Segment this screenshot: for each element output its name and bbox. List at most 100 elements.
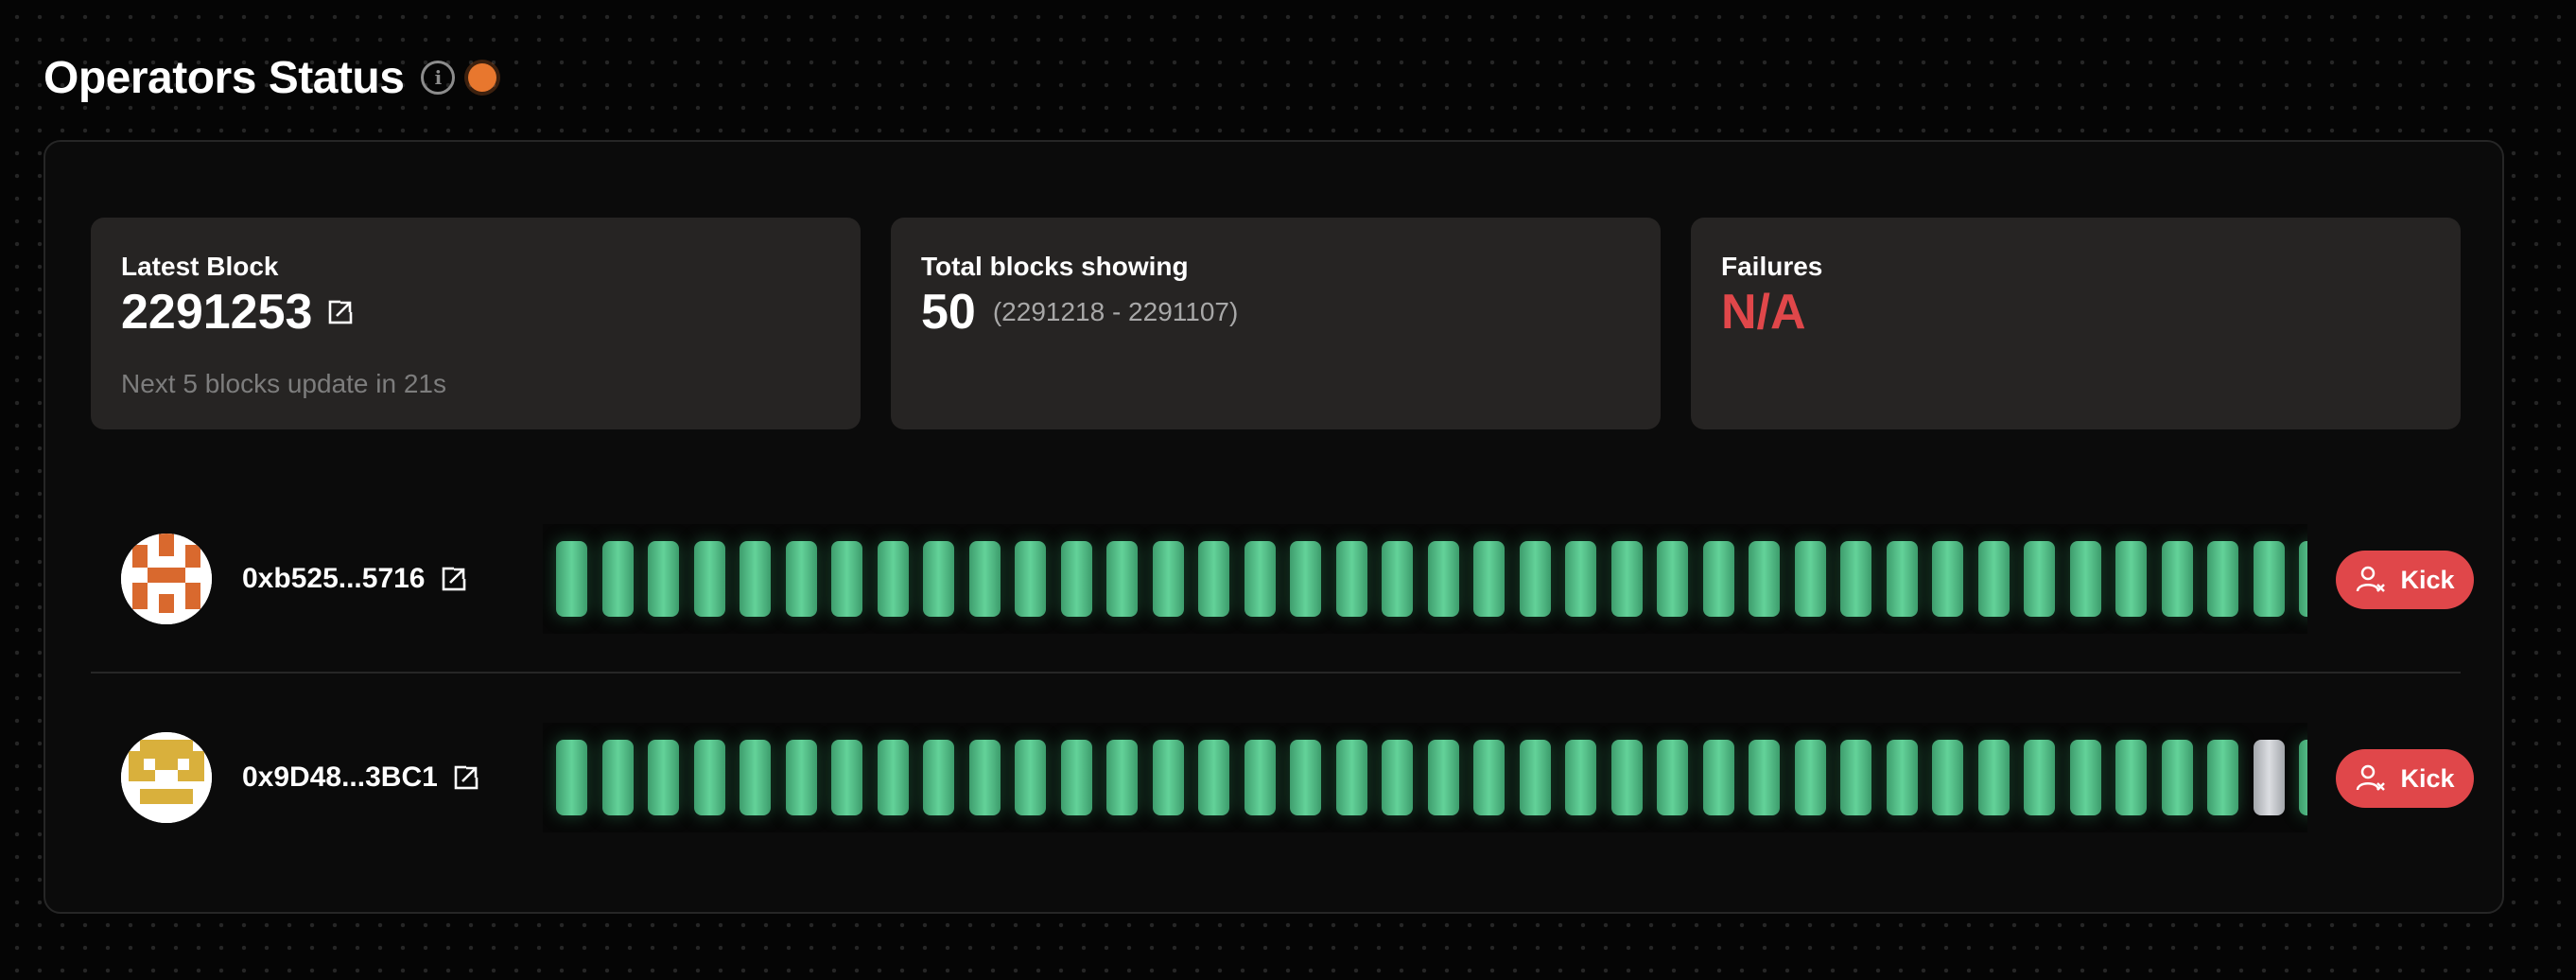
block-success[interactable] <box>693 740 725 815</box>
block-success[interactable] <box>968 740 1001 815</box>
block-success[interactable] <box>693 541 725 617</box>
operator-row: 0x9D48...3BC1 Kick <box>91 713 2474 842</box>
block-success[interactable] <box>601 740 634 815</box>
block-success[interactable] <box>2207 740 2238 815</box>
block-success[interactable] <box>1749 541 1780 617</box>
block-success[interactable] <box>785 740 817 815</box>
block-success[interactable] <box>2115 541 2147 617</box>
latest-block-card: Latest Block 2291253 Next 5 blocks updat… <box>91 218 861 429</box>
block-success[interactable] <box>601 541 634 617</box>
block-success[interactable] <box>1060 541 1092 617</box>
block-success[interactable] <box>1106 541 1138 617</box>
kick-button-label: Kick <box>2400 565 2455 594</box>
total-blocks-card: Total blocks showing 50 (2291218 - 22911… <box>891 218 1661 429</box>
block-success[interactable] <box>877 740 909 815</box>
block-success[interactable] <box>1427 740 1459 815</box>
block-success[interactable] <box>1382 740 1413 815</box>
block-success[interactable] <box>2253 541 2285 617</box>
block-success[interactable] <box>1519 541 1551 617</box>
block-success[interactable] <box>2024 541 2055 617</box>
block-success[interactable] <box>1473 740 1505 815</box>
block-success[interactable] <box>1290 740 1321 815</box>
block-success[interactable] <box>1335 541 1367 617</box>
external-link-icon[interactable] <box>327 299 354 325</box>
block-success[interactable] <box>1794 740 1826 815</box>
block-success[interactable] <box>740 541 771 617</box>
block-success[interactable] <box>1886 740 1918 815</box>
operators-panel: Latest Block 2291253 Next 5 blocks updat… <box>44 140 2504 914</box>
block-success[interactable] <box>1749 740 1780 815</box>
block-success[interactable] <box>1565 740 1596 815</box>
block-success[interactable] <box>831 541 862 617</box>
kick-button[interactable]: Kick <box>2336 749 2474 808</box>
block-success[interactable] <box>1565 541 1596 617</box>
block-success[interactable] <box>1886 541 1918 617</box>
block-success[interactable] <box>923 541 954 617</box>
block-success[interactable] <box>1473 541 1505 617</box>
block-success[interactable] <box>556 740 587 815</box>
block-success[interactable] <box>1427 541 1459 617</box>
failures-value: N/A <box>1721 285 1806 340</box>
block-success[interactable] <box>1932 541 1963 617</box>
block-success[interactable] <box>1932 740 1963 815</box>
block-success[interactable] <box>1657 740 1688 815</box>
latest-block-value: 2291253 <box>121 285 313 340</box>
block-success[interactable] <box>1977 541 2010 617</box>
info-icon[interactable]: i <box>421 61 456 95</box>
block-success[interactable] <box>1610 740 1643 815</box>
block-success[interactable] <box>1106 740 1138 815</box>
kick-button-label: Kick <box>2400 763 2455 793</box>
block-success[interactable] <box>1244 541 1276 617</box>
block-success[interactable] <box>2069 541 2101 617</box>
block-success[interactable] <box>2024 740 2055 815</box>
block-success[interactable] <box>1840 541 1871 617</box>
block-success[interactable] <box>1198 541 1229 617</box>
block-success[interactable] <box>2299 740 2307 815</box>
external-link-icon[interactable] <box>453 764 479 791</box>
block-success[interactable] <box>1152 740 1184 815</box>
external-link-icon[interactable] <box>441 566 467 592</box>
block-success[interactable] <box>1657 541 1688 617</box>
next-update-text: Next 5 blocks update in 21s <box>121 369 446 398</box>
operator-address: 0x9D48...3BC1 <box>242 761 438 793</box>
block-success[interactable] <box>1290 541 1321 617</box>
page-title: Operators Status <box>44 52 405 103</box>
block-success[interactable] <box>2299 541 2307 617</box>
block-success[interactable] <box>1244 740 1276 815</box>
block-success[interactable] <box>1060 740 1092 815</box>
kick-button[interactable]: Kick <box>2336 551 2474 609</box>
block-success[interactable] <box>2161 541 2193 617</box>
block-success[interactable] <box>785 541 817 617</box>
block-success[interactable] <box>1519 740 1551 815</box>
failures-card: Failures N/A <box>1691 218 2461 429</box>
block-success[interactable] <box>2207 541 2238 617</box>
block-success[interactable] <box>648 541 679 617</box>
block-success[interactable] <box>877 541 909 617</box>
block-success[interactable] <box>1794 541 1826 617</box>
block-history <box>543 524 2307 634</box>
block-success[interactable] <box>831 740 862 815</box>
block-success[interactable] <box>556 541 587 617</box>
block-history <box>543 723 2307 832</box>
block-success[interactable] <box>1977 740 2010 815</box>
block-success[interactable] <box>1015 541 1046 617</box>
block-success[interactable] <box>1840 740 1871 815</box>
block-success[interactable] <box>968 541 1001 617</box>
block-success[interactable] <box>1198 740 1229 815</box>
block-success[interactable] <box>740 740 771 815</box>
block-range: (2291218 - 2291107) <box>992 297 1239 326</box>
block-success[interactable] <box>1702 541 1734 617</box>
block-success[interactable] <box>648 740 679 815</box>
operator-address: 0xb525...5716 <box>242 563 426 594</box>
block-pending[interactable] <box>2253 740 2285 815</box>
block-success[interactable] <box>1382 541 1413 617</box>
block-success[interactable] <box>2115 740 2147 815</box>
block-success[interactable] <box>1335 740 1367 815</box>
block-success[interactable] <box>1152 541 1184 617</box>
block-success[interactable] <box>1015 740 1046 815</box>
block-success[interactable] <box>923 740 954 815</box>
block-success[interactable] <box>1702 740 1734 815</box>
block-success[interactable] <box>1610 541 1643 617</box>
block-success[interactable] <box>2069 740 2101 815</box>
block-success[interactable] <box>2161 740 2193 815</box>
